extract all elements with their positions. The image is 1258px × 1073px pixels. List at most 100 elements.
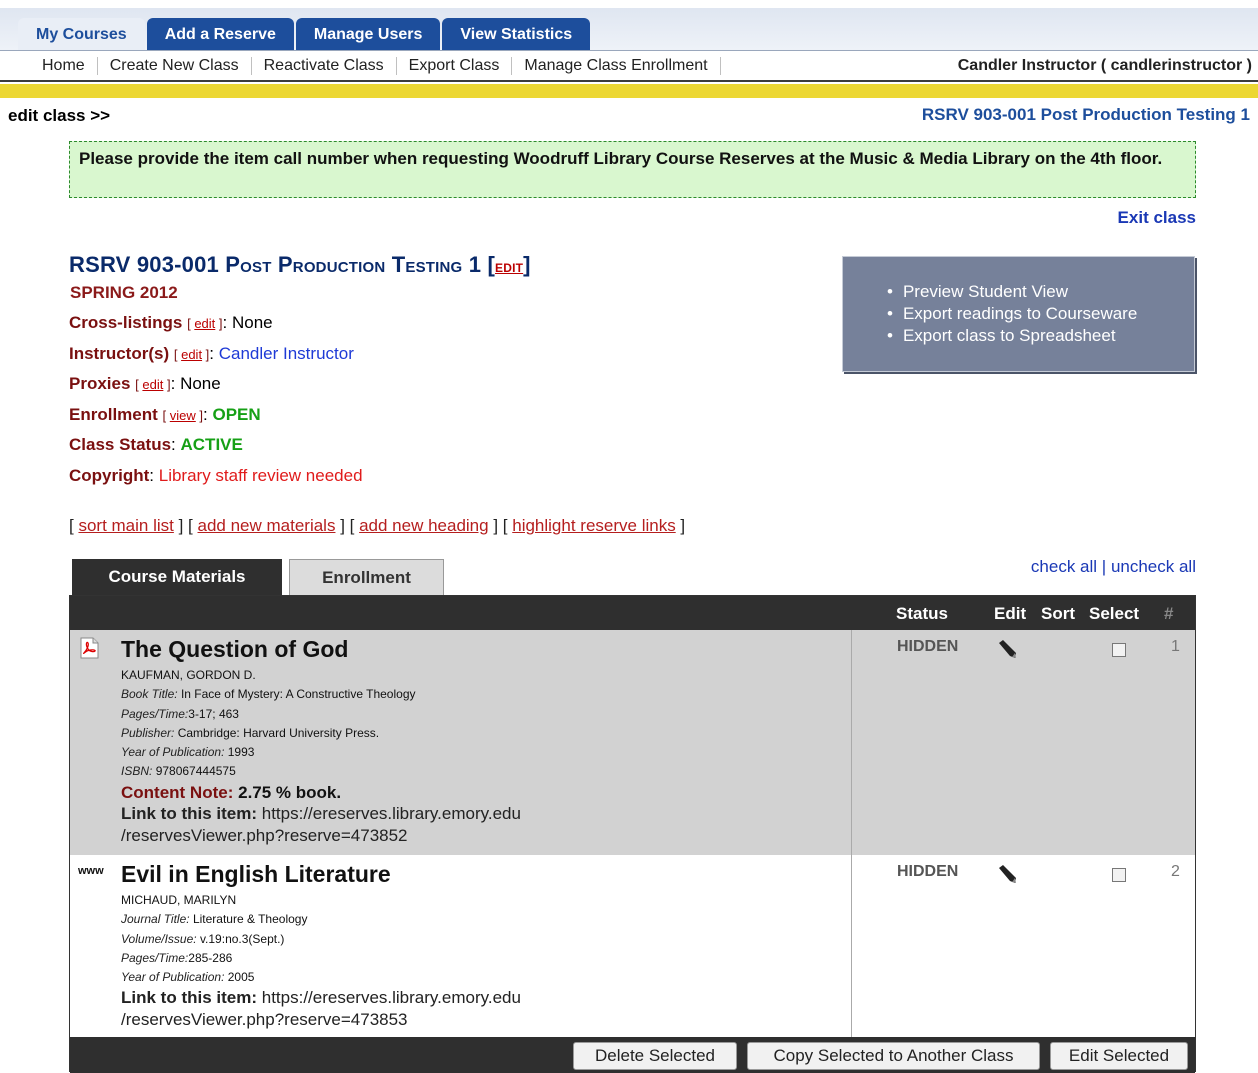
instructors-label: Instructor(s) <box>69 344 170 363</box>
preview-student-view-link[interactable]: Preview Student View <box>887 281 1194 303</box>
item-content-note: Content Note: 2.75 % book. <box>121 783 342 802</box>
crosslistings-label: Cross-listings <box>69 313 183 332</box>
bracket-close: ] <box>523 252 531 277</box>
sub-navigation: Home Create New Class Reactivate Class E… <box>0 50 1258 82</box>
class-status-value: ACTIVE <box>180 435 243 454</box>
materials-table: Status Edit Sort Select # The Question o… <box>69 595 1196 1073</box>
pdf-icon <box>80 637 99 659</box>
highlight-reserve-links-link[interactable]: highlight reserve links <box>512 516 675 535</box>
column-divider <box>851 855 852 1037</box>
copy-selected-button[interactable]: Copy Selected to Another Class <box>747 1042 1040 1070</box>
item-publisher: Publisher: Cambridge: Harvard University… <box>121 726 380 740</box>
tab-view-statistics[interactable]: View Statistics <box>442 18 591 50</box>
table-row: The Question of God KAUFMAN, GORDON D. B… <box>70 630 1195 855</box>
item-volume: Volume/Issue: v.19:no.3(Sept.) <box>121 932 285 946</box>
crosslistings-edit-link[interactable]: edit <box>194 316 215 331</box>
accent-bar <box>0 84 1258 98</box>
tab-my-courses[interactable]: My Courses <box>18 18 145 50</box>
sort-main-list-link[interactable]: sort main list <box>78 516 173 535</box>
item-number: 2 <box>1171 863 1180 880</box>
uncheck-all-link[interactable]: uncheck all <box>1111 557 1196 576</box>
course-title: RSRV 903-001 Post Production Testing 1 <box>69 252 482 277</box>
crosslistings-row: Cross-listings [ edit ]: None <box>69 313 273 332</box>
tab-enrollment[interactable]: Enrollment <box>289 559 444 595</box>
breadcrumb: edit class >> <box>8 106 111 125</box>
col-edit: Edit <box>994 604 1027 623</box>
edit-selected-button[interactable]: Edit Selected <box>1050 1042 1188 1070</box>
edit-course-link[interactable]: EDIT <box>495 261 523 275</box>
item-status: HIDDEN <box>897 638 959 655</box>
select-checkbox[interactable] <box>1112 643 1126 657</box>
tab-manage-users[interactable]: Manage Users <box>295 18 441 50</box>
main-tabs: My Courses Add a Reserve Manage Users Vi… <box>18 18 592 50</box>
class-status-row: Class Status: ACTIVE <box>69 435 243 454</box>
subnav-export-class[interactable]: Export Class <box>397 57 513 75</box>
item-year: Year of Publication: 1993 <box>121 745 255 759</box>
subnav-home[interactable]: Home <box>28 57 98 75</box>
enrollment-value: OPEN <box>212 405 261 424</box>
enrollment-label: Enrollment <box>69 405 158 424</box>
proxies-label: Proxies <box>69 374 131 393</box>
item-pages: Pages/Time:3-17; 463 <box>121 707 239 721</box>
col-status: Status <box>896 604 948 623</box>
exit-class-link[interactable]: Exit class <box>1118 208 1196 228</box>
item-title[interactable]: The Question of God <box>121 636 348 663</box>
table-row: www Evil in English Literature MICHAUD, … <box>70 855 1195 1037</box>
item-isbn: ISBN: 978067444575 <box>121 764 236 778</box>
col-sort: Sort <box>1041 604 1075 623</box>
item-link: Link to this item: https://ereserves.lib… <box>121 804 521 845</box>
column-divider <box>851 630 852 855</box>
col-select: Select <box>1089 604 1140 623</box>
edit-pencil-icon[interactable] <box>996 639 1022 661</box>
item-link: Link to this item: https://ereserves.lib… <box>121 988 521 1029</box>
export-courseware-link[interactable]: Export readings to Courseware <box>887 303 1194 325</box>
proxies-row: Proxies [ edit ]: None <box>69 374 221 393</box>
notice-banner: Please provide the item call number when… <box>69 141 1196 198</box>
class-tools-box: Preview Student View Export readings to … <box>842 256 1195 372</box>
item-author: MICHAUD, MARILYN <box>121 893 237 907</box>
current-user: Candler Instructor ( candlerinstructor ) <box>957 57 1252 74</box>
select-checkbox[interactable] <box>1112 868 1126 882</box>
item-number: 1 <box>1171 638 1180 655</box>
course-title-line: RSRV 903-001 Post Production Testing 1 [… <box>69 252 531 278</box>
subnav-manage-enrollment[interactable]: Manage Class Enrollment <box>512 57 721 75</box>
subnav-create-new-class[interactable]: Create New Class <box>98 57 252 75</box>
item-title[interactable]: Evil in English Literature <box>121 861 391 888</box>
delete-selected-button[interactable]: Delete Selected <box>573 1042 737 1070</box>
proxies-value: None <box>180 374 221 393</box>
tab-add-reserve[interactable]: Add a Reserve <box>146 18 294 50</box>
subnav-reactivate-class[interactable]: Reactivate Class <box>252 57 397 75</box>
copyright-label: Copyright <box>69 466 150 485</box>
enrollment-view-link[interactable]: view <box>170 408 196 423</box>
item-author: KAUFMAN, GORDON D. <box>121 668 256 682</box>
col-number: # <box>1164 604 1174 623</box>
item-journal: Journal Title: Literature & Theology <box>121 912 308 926</box>
instructors-value[interactable]: Candler Instructor <box>219 344 354 363</box>
copyright-row: Copyright: Library staff review needed <box>69 466 363 485</box>
class-header-title: RSRV 903-001 Post Production Testing 1 <box>921 105 1250 124</box>
copyright-value: Library staff review needed <box>158 466 363 485</box>
item-book-title: Book Title: In Face of Mystery: A Constr… <box>121 687 416 701</box>
item-status: HIDDEN <box>897 863 959 880</box>
instructors-edit-link[interactable]: edit <box>181 347 202 362</box>
top-bar: My Courses Add a Reserve Manage Users Vi… <box>0 0 1258 50</box>
course-term: SPRING 2012 <box>70 283 178 302</box>
enrollment-row: Enrollment [ view ]: OPEN <box>69 405 261 424</box>
add-new-materials-link[interactable]: add new materials <box>198 516 336 535</box>
www-icon: www <box>78 865 104 877</box>
proxies-edit-link[interactable]: edit <box>142 377 163 392</box>
list-actions: [ sort main list ] [ add new materials ]… <box>69 516 686 535</box>
tab-course-materials[interactable]: Course Materials <box>72 559 282 595</box>
table-footer: Delete Selected Copy Selected to Another… <box>70 1037 1195 1073</box>
add-new-heading-link[interactable]: add new heading <box>359 516 489 535</box>
class-status-label: Class Status <box>69 435 172 454</box>
check-controls: check all | uncheck all <box>1030 557 1196 576</box>
item-year: Year of Publication: 2005 <box>121 970 255 984</box>
instructors-row: Instructor(s) [ edit ]: Candler Instruct… <box>69 344 354 363</box>
check-all-link[interactable]: check all <box>1031 557 1097 576</box>
item-pages: Pages/Time:285-286 <box>121 951 233 965</box>
table-header: Status Edit Sort Select # <box>70 596 1195 630</box>
edit-pencil-icon[interactable] <box>996 864 1022 886</box>
crosslistings-value: None <box>231 313 273 332</box>
export-spreadsheet-link[interactable]: Export class to Spreadsheet <box>887 325 1194 347</box>
